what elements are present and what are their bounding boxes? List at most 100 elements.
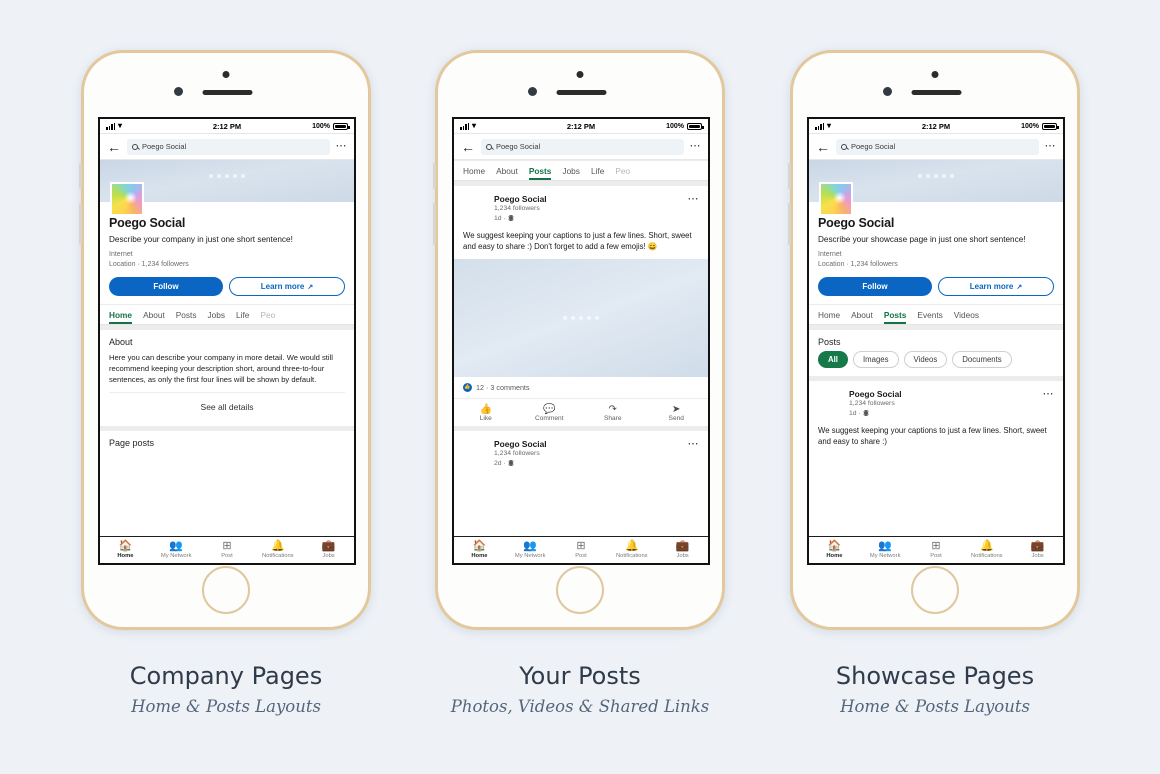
tab-about[interactable]: About bbox=[851, 305, 873, 324]
post-image[interactable] bbox=[454, 258, 708, 377]
tab-home[interactable]: Home bbox=[818, 305, 840, 324]
page-avatar[interactable] bbox=[819, 182, 853, 216]
cover-placeholder-dots bbox=[918, 174, 954, 178]
post-avatar[interactable] bbox=[818, 389, 843, 414]
more-horizontal-icon[interactable]: ⋯ bbox=[1045, 141, 1057, 152]
speaker-grill bbox=[911, 90, 962, 95]
follow-button[interactable]: Follow bbox=[818, 277, 932, 297]
follow-button[interactable]: Follow bbox=[109, 277, 223, 297]
nav-bar: ← Poego Social ⋯ bbox=[100, 134, 354, 160]
bottom-nav-home[interactable]: 🏠 Home bbox=[454, 541, 505, 559]
search-input[interactable]: Poego Social bbox=[481, 138, 684, 155]
bottom-nav-post-label: Post bbox=[930, 552, 942, 559]
share-button[interactable]: ↷ Share bbox=[581, 404, 645, 422]
post-more-icon[interactable]: ⋯ bbox=[688, 194, 700, 205]
search-input[interactable]: Poego Social bbox=[836, 138, 1039, 155]
tab-about[interactable]: About bbox=[496, 161, 518, 180]
bottom-nav-post[interactable]: ⊞ Post bbox=[556, 541, 607, 559]
home-icon: 🏠 bbox=[472, 540, 487, 553]
tab-jobs[interactable]: Jobs bbox=[208, 305, 226, 324]
more-horizontal-icon[interactable]: ⋯ bbox=[336, 141, 348, 152]
tab-home[interactable]: Home bbox=[463, 161, 485, 180]
bell-icon: 🔔 bbox=[270, 540, 285, 553]
bottom-nav-jobs[interactable]: 💼 Jobs bbox=[303, 541, 354, 559]
caption-subtitle: Photos, Videos & Shared Links bbox=[450, 697, 710, 716]
camera-icon bbox=[222, 71, 230, 78]
more-horizontal-icon[interactable]: ⋯ bbox=[690, 141, 702, 152]
tab-events[interactable]: Events bbox=[917, 305, 942, 324]
filter-chip-images[interactable]: Images bbox=[852, 351, 899, 369]
tab-posts[interactable]: Posts bbox=[883, 305, 906, 325]
bottom-nav-my-network[interactable]: 👥 My Network bbox=[860, 541, 911, 559]
phone2-screen: ▾ 2:12 PM 100% ← Poego Social ⋯ Home Abo… bbox=[452, 117, 710, 565]
bottom-nav: 🏠 Home 👥 My Network ⊞ Post 🔔 Notificatio… bbox=[454, 536, 708, 563]
bottom-nav-home[interactable]: 🏠 Home bbox=[809, 541, 860, 559]
cover-photo[interactable] bbox=[100, 160, 354, 216]
caption-subtitle: Home & Posts Layouts bbox=[131, 697, 321, 716]
home-button[interactable] bbox=[556, 566, 604, 614]
comment-button[interactable]: 💬 Comment bbox=[518, 404, 582, 422]
bottom-nav-post[interactable]: ⊞ Post bbox=[911, 541, 962, 559]
search-input[interactable]: Poego Social bbox=[127, 138, 330, 155]
post-author[interactable]: Poego Social bbox=[849, 389, 1037, 399]
post-author-2[interactable]: Poego Social bbox=[494, 439, 682, 449]
bottom-nav-post[interactable]: ⊞ Post bbox=[202, 541, 253, 559]
bottom-nav-jobs[interactable]: 💼 Jobs bbox=[1012, 541, 1063, 559]
filter-chip-videos[interactable]: Videos bbox=[903, 351, 948, 369]
tab-about[interactable]: About bbox=[143, 305, 165, 324]
learn-more-button[interactable]: Learn more ↗ bbox=[938, 277, 1054, 297]
nav-bar: ← Poego Social ⋯ bbox=[809, 134, 1063, 160]
filter-chip-all[interactable]: All bbox=[818, 351, 848, 369]
caption-company-pages: Company Pages Home & Posts Layouts bbox=[46, 662, 406, 716]
post-author[interactable]: Poego Social bbox=[494, 194, 682, 204]
cover-photo[interactable] bbox=[809, 160, 1063, 216]
arrow-left-icon[interactable]: ← bbox=[461, 140, 475, 154]
briefcase-icon: 💼 bbox=[675, 540, 690, 553]
tab-jobs[interactable]: Jobs bbox=[562, 161, 580, 180]
post-stats-label: 12 · 3 comments bbox=[476, 382, 530, 392]
page-meta: Location · 1,234 followers bbox=[109, 261, 189, 269]
see-all-details-link[interactable]: See all details bbox=[109, 392, 345, 419]
tab-home[interactable]: Home bbox=[109, 305, 133, 325]
home-button[interactable] bbox=[911, 566, 959, 614]
post-more-icon-2[interactable]: ⋯ bbox=[688, 438, 700, 450]
bottom-nav-my-network[interactable]: 👥 My Network bbox=[505, 541, 556, 559]
post-header: Poego Social 1,234 followers 1d · ⋯ bbox=[454, 186, 708, 224]
tab-people[interactable]: Peo bbox=[615, 161, 630, 180]
bottom-nav-home[interactable]: 🏠 Home bbox=[100, 541, 151, 559]
bottom-nav-my-network[interactable]: 👥 My Network bbox=[151, 541, 202, 559]
post-stats[interactable]: 12 · 3 comments bbox=[454, 377, 708, 398]
bottom-nav-notifications[interactable]: 🔔 Notifications bbox=[252, 541, 303, 559]
arrow-left-icon[interactable]: ← bbox=[816, 140, 830, 154]
plus-square-icon: ⊞ bbox=[931, 540, 941, 553]
status-bar: ▾ 2:12 PM 100% bbox=[809, 119, 1063, 134]
home-icon: 🏠 bbox=[827, 540, 842, 553]
send-button[interactable]: ➤ Send bbox=[645, 404, 709, 422]
learn-more-button[interactable]: Learn more ↗ bbox=[229, 277, 345, 297]
bottom-nav-my-network-label: My Network bbox=[869, 552, 901, 559]
page-avatar[interactable] bbox=[110, 182, 144, 216]
phone1-tab-strip: Home About Posts Jobs Life Peo bbox=[100, 304, 354, 326]
home-button[interactable] bbox=[202, 566, 250, 614]
arrow-left-icon[interactable]: ← bbox=[107, 140, 121, 154]
tab-posts[interactable]: Posts bbox=[176, 305, 197, 324]
tab-life[interactable]: Life bbox=[236, 305, 249, 324]
tab-videos[interactable]: Videos bbox=[954, 305, 979, 324]
bottom-nav-notifications[interactable]: 🔔 Notifications bbox=[961, 541, 1012, 559]
bottom-nav-home-label: Home bbox=[117, 552, 134, 559]
learn-more-label: Learn more bbox=[969, 282, 1014, 292]
bottom-nav-my-network-label: My Network bbox=[160, 552, 192, 559]
post-avatar[interactable] bbox=[463, 194, 488, 219]
post-more-icon[interactable]: ⋯ bbox=[1043, 389, 1055, 400]
tab-life[interactable]: Life bbox=[591, 161, 604, 180]
tab-posts[interactable]: Posts bbox=[528, 161, 551, 180]
post-avatar-2[interactable] bbox=[463, 439, 488, 464]
tab-people[interactable]: Peo bbox=[260, 305, 275, 324]
filter-chip-documents[interactable]: Documents bbox=[952, 351, 1012, 369]
bottom-nav-notifications[interactable]: 🔔 Notifications bbox=[606, 541, 657, 559]
like-button[interactable]: 👍 Like bbox=[454, 404, 518, 422]
external-link-icon: ↗ bbox=[1016, 283, 1023, 291]
caption-title: Your Posts bbox=[519, 662, 641, 690]
bottom-nav-jobs[interactable]: 💼 Jobs bbox=[657, 541, 708, 559]
about-section: About Here you can describe your company… bbox=[100, 330, 354, 426]
